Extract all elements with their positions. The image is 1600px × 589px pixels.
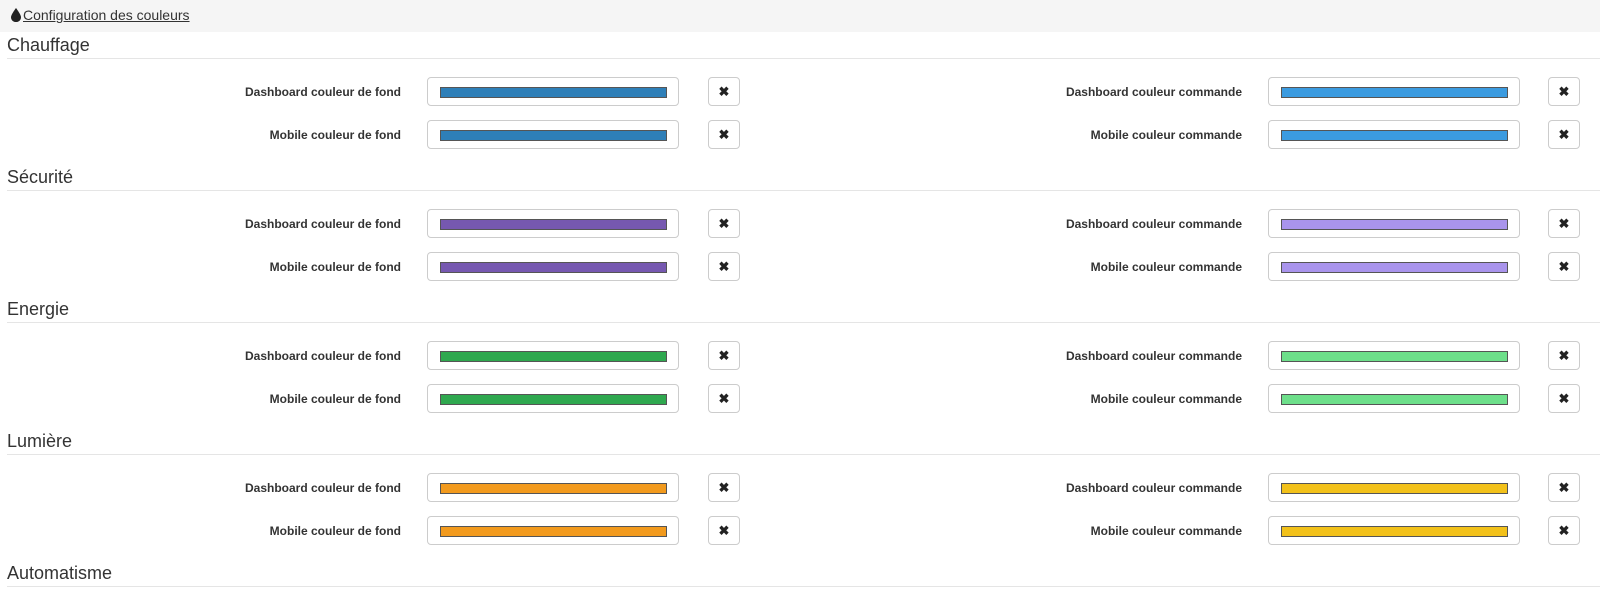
color-swatch — [440, 483, 667, 494]
securite-dashboard-cmd-clear-button[interactable]: ✖ — [1548, 209, 1580, 238]
mobile-cmd-color-label: Mobile couleur commande — [1090, 128, 1242, 142]
mobile-cmd-color-label: Mobile couleur commande — [1090, 524, 1242, 538]
lumiere-mobile-bg-color-input[interactable] — [427, 516, 679, 545]
close-icon: ✖ — [1558, 347, 1570, 363]
close-icon: ✖ — [718, 522, 730, 538]
color-swatch — [1281, 219, 1508, 230]
dashboard-bg-color-label: Dashboard couleur de fond — [244, 481, 401, 495]
section-divider — [7, 190, 1600, 191]
chauffage-mobile-cmd-color-input[interactable] — [1268, 120, 1520, 149]
color-swatch — [1281, 87, 1508, 98]
color-swatch — [440, 219, 667, 230]
close-icon: ✖ — [718, 479, 730, 495]
color-swatch — [440, 351, 667, 362]
lumiere-mobile-cmd-clear-button[interactable]: ✖ — [1548, 516, 1580, 545]
section-title-energie: Energie — [7, 299, 70, 319]
close-icon: ✖ — [1558, 215, 1570, 231]
energie-dashboard-bg-color-input[interactable] — [427, 341, 679, 370]
lumiere-dashboard-bg-clear-button[interactable]: ✖ — [708, 473, 740, 502]
chauffage-dashboard-bg-color-input[interactable] — [427, 77, 679, 106]
top-bar: Configuration des couleurs — [0, 0, 1600, 32]
color-swatch — [1281, 262, 1508, 273]
section-divider — [7, 322, 1600, 323]
energie-dashboard-bg-clear-button[interactable]: ✖ — [708, 341, 740, 370]
color-config-page: Configuration des couleurs Chauffage Das… — [0, 0, 1600, 589]
section-title-automatisme: Automatisme — [7, 563, 113, 583]
color-config-link[interactable]: Configuration des couleurs — [11, 7, 190, 23]
securite-dashboard-cmd-color-input[interactable] — [1268, 209, 1520, 238]
mobile-cmd-color-label: Mobile couleur commande — [1090, 260, 1242, 274]
close-icon: ✖ — [718, 126, 730, 142]
section-title-chauffage: Chauffage — [7, 35, 90, 55]
color-swatch — [440, 394, 667, 405]
section-title-lumiere: Lumière — [7, 431, 73, 451]
lumiere-mobile-bg-clear-button[interactable]: ✖ — [708, 516, 740, 545]
dashboard-bg-color-label: Dashboard couleur de fond — [244, 349, 401, 363]
energie-mobile-cmd-clear-button[interactable]: ✖ — [1548, 384, 1580, 413]
color-config-link-label: Configuration des couleurs — [23, 7, 190, 23]
mobile-cmd-color-label: Mobile couleur commande — [1090, 392, 1242, 406]
energie-dashboard-cmd-color-input[interactable] — [1268, 341, 1520, 370]
dashboard-bg-color-label: Dashboard couleur de fond — [244, 85, 401, 99]
chauffage-mobile-cmd-clear-button[interactable]: ✖ — [1548, 120, 1580, 149]
tint-drop-icon — [11, 8, 21, 22]
chauffage-mobile-bg-color-input[interactable] — [427, 120, 679, 149]
energie-mobile-cmd-color-input[interactable] — [1268, 384, 1520, 413]
close-icon: ✖ — [1558, 479, 1570, 495]
close-icon: ✖ — [1558, 522, 1570, 538]
mobile-bg-color-label: Mobile couleur de fond — [269, 524, 401, 538]
chauffage-dashboard-bg-clear-button[interactable]: ✖ — [708, 77, 740, 106]
securite-mobile-cmd-clear-button[interactable]: ✖ — [1548, 252, 1580, 281]
dashboard-cmd-color-label: Dashboard couleur commande — [1065, 349, 1242, 363]
chauffage-dashboard-cmd-color-input[interactable] — [1268, 77, 1520, 106]
mobile-bg-color-label: Mobile couleur de fond — [269, 128, 401, 142]
securite-mobile-bg-color-input[interactable] — [427, 252, 679, 281]
energie-dashboard-cmd-clear-button[interactable]: ✖ — [1548, 341, 1580, 370]
mobile-bg-color-label: Mobile couleur de fond — [269, 260, 401, 274]
color-swatch — [440, 262, 667, 273]
color-swatch — [440, 526, 667, 537]
color-swatch — [1281, 351, 1508, 362]
chauffage-mobile-bg-clear-button[interactable]: ✖ — [708, 120, 740, 149]
securite-dashboard-bg-color-input[interactable] — [427, 209, 679, 238]
close-icon: ✖ — [1558, 126, 1570, 142]
energie-mobile-bg-clear-button[interactable]: ✖ — [708, 384, 740, 413]
close-icon: ✖ — [718, 258, 730, 274]
close-icon: ✖ — [718, 215, 730, 231]
close-icon: ✖ — [718, 390, 730, 406]
section-divider — [7, 58, 1600, 59]
section-title-securite: Sécurité — [7, 167, 74, 187]
energie-mobile-bg-color-input[interactable] — [427, 384, 679, 413]
close-icon: ✖ — [1558, 83, 1570, 99]
section-divider — [7, 454, 1600, 455]
color-swatch — [1281, 394, 1508, 405]
close-icon: ✖ — [718, 83, 730, 99]
lumiere-mobile-cmd-color-input[interactable] — [1268, 516, 1520, 545]
securite-dashboard-bg-clear-button[interactable]: ✖ — [708, 209, 740, 238]
color-swatch — [1281, 130, 1508, 141]
mobile-bg-color-label: Mobile couleur de fond — [269, 392, 401, 406]
lumiere-dashboard-bg-color-input[interactable] — [427, 473, 679, 502]
color-swatch — [440, 87, 667, 98]
chauffage-dashboard-cmd-clear-button[interactable]: ✖ — [1548, 77, 1580, 106]
dashboard-cmd-color-label: Dashboard couleur commande — [1065, 85, 1242, 99]
section-divider — [7, 586, 1600, 587]
dashboard-cmd-color-label: Dashboard couleur commande — [1065, 217, 1242, 231]
dashboard-cmd-color-label: Dashboard couleur commande — [1065, 481, 1242, 495]
securite-mobile-bg-clear-button[interactable]: ✖ — [708, 252, 740, 281]
lumiere-dashboard-cmd-color-input[interactable] — [1268, 473, 1520, 502]
color-swatch — [1281, 483, 1508, 494]
color-swatch — [1281, 526, 1508, 537]
lumiere-dashboard-cmd-clear-button[interactable]: ✖ — [1548, 473, 1580, 502]
close-icon: ✖ — [718, 347, 730, 363]
dashboard-bg-color-label: Dashboard couleur de fond — [244, 217, 401, 231]
close-icon: ✖ — [1558, 258, 1570, 274]
securite-mobile-cmd-color-input[interactable] — [1268, 252, 1520, 281]
close-icon: ✖ — [1558, 390, 1570, 406]
color-swatch — [440, 130, 667, 141]
